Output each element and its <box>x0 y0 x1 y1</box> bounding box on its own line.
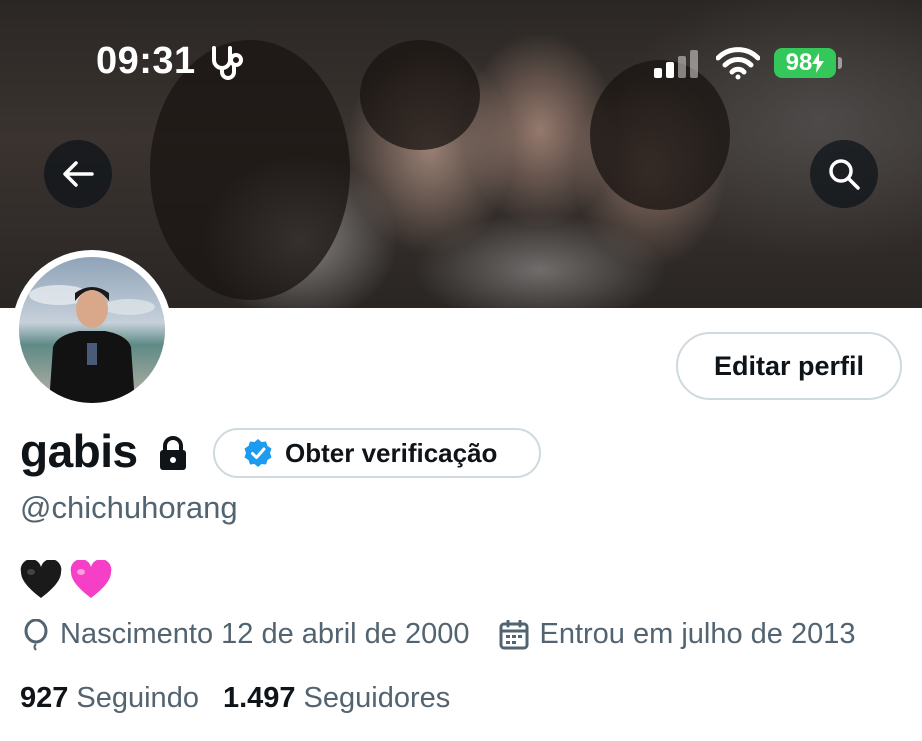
arrow-left-icon <box>63 161 94 187</box>
stethoscope-icon <box>212 46 243 80</box>
back-button[interactable] <box>44 140 112 208</box>
joined-item: Entrou em julho de 2013 <box>499 618 855 651</box>
pink-heart-emoji <box>70 560 112 598</box>
edit-profile-button[interactable]: Editar perfil <box>676 332 902 400</box>
birthdate-text: Nascimento 12 de abril de 2000 <box>60 618 470 650</box>
avatar-photo <box>19 257 165 403</box>
display-name: gabis <box>20 425 138 477</box>
followers-link[interactable]: 1.497 Seguidores <box>223 682 450 715</box>
status-time: 09:31 <box>96 40 196 82</box>
battery-charging-icon <box>812 53 825 73</box>
search-icon <box>829 159 860 190</box>
joined-text: Entrou em julho de 2013 <box>539 618 856 650</box>
profile-meta: Nascimento 12 de abril de 2000 Entrou em… <box>22 618 855 651</box>
avatar[interactable] <box>12 250 172 410</box>
following-count: 927 <box>20 682 69 714</box>
wifi-icon <box>716 47 760 80</box>
following-label: Seguindo <box>76 682 199 714</box>
battery-indicator: 98 <box>774 48 836 78</box>
followers-count: 1.497 <box>222 682 296 714</box>
birthdate-item: Nascimento 12 de abril de 2000 <box>22 618 469 651</box>
follow-counts: 927 Seguindo 1.497 Seguidores <box>20 682 450 715</box>
calendar-icon <box>499 619 529 649</box>
get-verified-button[interactable]: Obter verificação <box>213 428 541 478</box>
get-verified-label: Obter verificação <box>285 437 498 468</box>
bio <box>20 560 112 600</box>
banner-shape <box>590 60 730 210</box>
followers-label: Seguidores <box>303 682 451 714</box>
lock-icon <box>160 436 186 470</box>
battery-level: 98 <box>785 49 813 76</box>
following-link[interactable]: 927 Seguindo <box>20 682 199 715</box>
banner-shape <box>360 40 480 150</box>
username-handle: @chichuhorang <box>20 490 238 525</box>
cellular-signal-icon <box>654 50 698 78</box>
battery-cap <box>838 57 842 69</box>
verified-badge-icon <box>244 439 272 467</box>
black-heart-emoji <box>20 560 62 598</box>
search-button[interactable] <box>810 140 878 208</box>
balloon-icon <box>24 618 48 651</box>
